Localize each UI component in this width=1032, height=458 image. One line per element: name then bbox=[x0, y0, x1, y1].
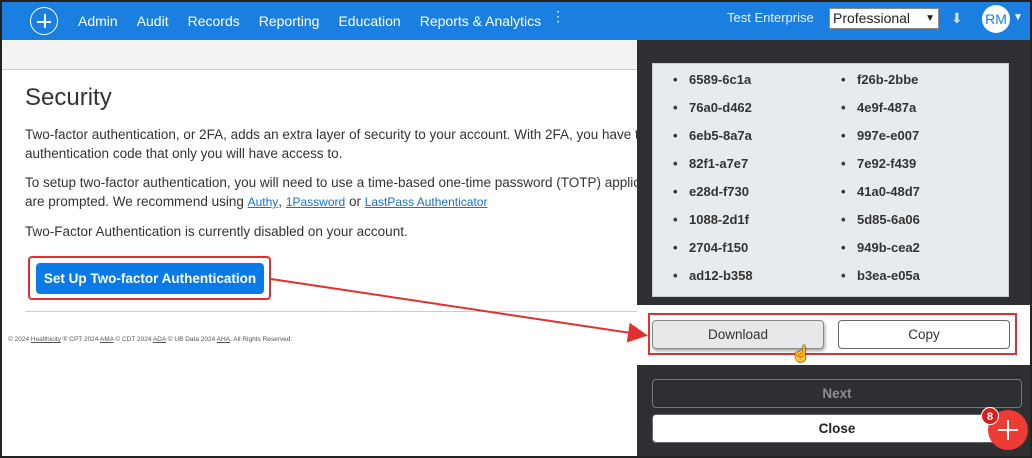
footer-text-3: © CDT 2024 bbox=[113, 336, 153, 343]
setup-paragraph: To setup two-factor authentication, you … bbox=[25, 173, 637, 212]
recovery-code: b3ea-e05a bbox=[841, 266, 920, 294]
avatar-chevron-down-icon[interactable]: ▼ bbox=[1013, 12, 1023, 23]
codes-column-1: 6589-6c1a 76a0-d462 6eb5-8a7a 82f1-a7e7 … bbox=[673, 70, 753, 294]
healthicity-link[interactable]: Healthicity bbox=[31, 336, 61, 343]
intro-line-2: authentication code that only you will h… bbox=[25, 146, 343, 161]
chevron-down-icon: ▼ bbox=[925, 13, 935, 24]
intro-paragraph: Two-factor authentication, or 2FA, adds … bbox=[25, 125, 637, 163]
footer-text-1: © 2024 bbox=[8, 336, 31, 343]
nav-item-reports-analytics[interactable]: Reports & Analytics bbox=[420, 13, 541, 29]
status-text: Two-Factor Authentication is currently d… bbox=[25, 224, 408, 239]
separator-1: , bbox=[278, 194, 286, 209]
plan-select[interactable]: Professional ▼ bbox=[829, 8, 939, 29]
copy-codes-button[interactable]: Copy bbox=[838, 320, 1010, 349]
main-nav: Admin Audit Records Reporting Education … bbox=[78, 13, 560, 29]
aha-link[interactable]: AHA bbox=[217, 336, 230, 343]
separator-2: or bbox=[345, 194, 365, 209]
lastpass-link[interactable]: LastPass Authenticator bbox=[365, 195, 488, 209]
more-options-icon[interactable]: ⋮ bbox=[551, 8, 565, 25]
app-logo-icon[interactable] bbox=[30, 7, 58, 35]
nav-item-admin[interactable]: Admin bbox=[78, 13, 118, 29]
security-content: Security Two-factor authentication, or 2… bbox=[25, 84, 637, 251]
codes-column-2: f26b-2bbe 4e9f-487a 997e-e007 7e92-f439 … bbox=[841, 70, 920, 294]
notification-badge: 8 bbox=[981, 407, 999, 425]
plan-select-value: Professional bbox=[833, 10, 911, 26]
intro-line-1: Two-factor authentication, or 2FA, adds … bbox=[25, 127, 637, 142]
setup-2fa-button[interactable]: Set Up Two-factor Authentication bbox=[36, 263, 264, 294]
recovery-code: 41a0-48d7 bbox=[841, 182, 920, 210]
close-button[interactable]: Close bbox=[652, 414, 1022, 443]
recovery-code: 6eb5-8a7a bbox=[673, 126, 753, 154]
footer-text-4: © UB Data 2024 bbox=[165, 336, 217, 343]
recovery-code: ad12-b358 bbox=[673, 266, 753, 294]
nav-item-education[interactable]: Education bbox=[338, 13, 400, 29]
copyright-footer: © 2024 Healthicity ® CPT 2024 AMA © CDT … bbox=[8, 336, 292, 343]
recovery-code: 949b-cea2 bbox=[841, 238, 920, 266]
recovery-code: 1088-2d1f bbox=[673, 210, 753, 238]
ama-link[interactable]: AMA bbox=[100, 336, 114, 343]
recovery-code: 76a0-d462 bbox=[673, 98, 753, 126]
recovery-code: 2704-f150 bbox=[673, 238, 753, 266]
1password-link[interactable]: 1Password bbox=[286, 195, 345, 209]
annotation-arrow-line bbox=[270, 278, 648, 343]
footer-text-5: . All Rights Reserved. bbox=[230, 336, 293, 343]
recovery-code: 4e9f-487a bbox=[841, 98, 920, 126]
recovery-code: 7e92-f439 bbox=[841, 154, 920, 182]
setup-line-1: To setup two-factor authentication, you … bbox=[25, 175, 637, 190]
setup-line-2: are prompted. We recommend using bbox=[25, 194, 248, 209]
recovery-codes-box: 6589-6c1a 76a0-d462 6eb5-8a7a 82f1-a7e7 … bbox=[652, 63, 1009, 297]
next-button[interactable]: Next bbox=[652, 379, 1022, 408]
recovery-code: f26b-2bbe bbox=[841, 70, 920, 98]
page-title: Security bbox=[25, 84, 112, 111]
recovery-code: 82f1-a7e7 bbox=[673, 154, 753, 182]
nav-item-records[interactable]: Records bbox=[188, 13, 240, 29]
recovery-code: e28d-f730 bbox=[673, 182, 753, 210]
recovery-code: 5d85-6a06 bbox=[841, 210, 920, 238]
ada-link[interactable]: ADA bbox=[153, 336, 166, 343]
hand-cursor-icon: ☝ bbox=[791, 346, 811, 363]
content-divider bbox=[25, 311, 637, 312]
organization-name: Test Enterprise bbox=[727, 10, 814, 25]
download-icon[interactable]: ⬇ bbox=[951, 10, 963, 27]
nav-item-audit[interactable]: Audit bbox=[137, 13, 169, 29]
recovery-code: 6589-6c1a bbox=[673, 70, 753, 98]
recovery-code: 997e-e007 bbox=[841, 126, 920, 154]
footer-text-2: ® CPT 2024 bbox=[60, 336, 100, 343]
nav-item-reporting[interactable]: Reporting bbox=[259, 13, 320, 29]
page-subheader bbox=[2, 40, 638, 70]
user-avatar[interactable]: RM bbox=[982, 5, 1010, 33]
authy-link[interactable]: Authy bbox=[248, 195, 279, 209]
